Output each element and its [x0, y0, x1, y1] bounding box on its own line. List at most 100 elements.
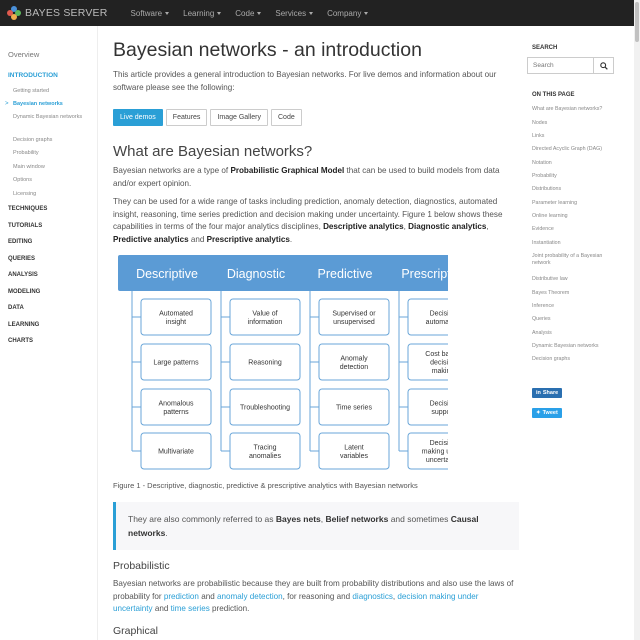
- search-label: SEARCH: [532, 45, 558, 51]
- toc-link[interactable]: Distributive law: [532, 276, 616, 283]
- linkedin-share-button[interactable]: in Share: [532, 388, 563, 398]
- tweet-button[interactable]: ✦ Tweet: [532, 408, 562, 418]
- diagram-item-label: Large patterns: [153, 360, 199, 367]
- nav-company[interactable]: Company: [327, 9, 369, 18]
- link-diagnostics[interactable]: diagnostics: [352, 592, 393, 601]
- nav-code-label: Code: [235, 8, 255, 18]
- aliases-callout: They are also commonly referred to as Ba…: [113, 502, 519, 550]
- code-button[interactable]: Code: [271, 109, 302, 126]
- diagram-item-label: Troubleshooting: [240, 405, 290, 412]
- sidebar-section-editing[interactable]: EDITING: [8, 239, 32, 245]
- toc-link[interactable]: Joint probability of a Bayesian network: [532, 253, 616, 267]
- nav-menu: Software Learning Code Services Company: [131, 9, 383, 18]
- diagram-item-label: Value of information: [248, 310, 283, 326]
- live-demos-button[interactable]: Live demos: [113, 109, 163, 126]
- toc-link[interactable]: Directed Acyclic Graph (DAG): [532, 146, 616, 153]
- toc-link[interactable]: Evidence: [532, 226, 616, 233]
- sidebar-section-analysis[interactable]: ANALYSIS: [8, 272, 38, 278]
- sidebar-item-getting-started[interactable]: Getting started: [13, 88, 93, 95]
- diagram-item-label: Decisionsupport: [430, 400, 448, 416]
- term-diagnostic: Diagnostic analytics: [408, 222, 487, 231]
- intro-paragraph: This article provides a general introduc…: [113, 70, 497, 92]
- chevron-right-icon: >: [5, 101, 9, 107]
- bayes-server-logo-icon: [7, 6, 21, 20]
- toc-link[interactable]: Parameter learning: [532, 200, 616, 207]
- sidebar-overview[interactable]: Overview: [8, 50, 39, 59]
- sidebar-item-options[interactable]: Options: [13, 177, 93, 184]
- sidebar-item-bayesian-networks[interactable]: Bayesian networks: [13, 101, 93, 108]
- brand-name: BAYES SERVER: [25, 7, 108, 19]
- definition-paragraph: Bayesian networks are a type of Probabil…: [113, 166, 500, 188]
- sidebar-item-dynamic-bayesian-networks[interactable]: Dynamic Bayesian networks: [13, 114, 93, 121]
- figure-caption: Figure 1 - Descriptive, diagnostic, pred…: [113, 481, 418, 490]
- toc-link[interactable]: Dynamic Bayesian networks: [532, 343, 616, 350]
- toc-link[interactable]: Distributions: [532, 186, 616, 193]
- sidebar-item-probability[interactable]: Probability: [13, 150, 93, 157]
- toc-link[interactable]: Probability: [532, 173, 616, 180]
- nav-software-label: Software: [130, 8, 163, 18]
- diagram-header-label: Prescriptive: [401, 267, 448, 281]
- toc-link[interactable]: Analysis: [532, 330, 616, 337]
- sidebar-section-modeling[interactable]: MODELING: [8, 289, 40, 295]
- sidebar-section-techniques[interactable]: TECHNIQUES: [8, 206, 47, 212]
- term-descriptive: Descriptive analytics: [323, 222, 404, 231]
- section-heading-probabilistic: Probabilistic: [113, 560, 170, 572]
- nav-learning[interactable]: Learning: [183, 8, 222, 18]
- on-this-page-heading: ON THIS PAGE: [532, 92, 575, 98]
- caret-down-icon: [165, 11, 170, 15]
- capabilities-paragraph: They can be used for a wide range of tas…: [113, 197, 503, 244]
- sidebar-item-decision-graphs[interactable]: Decision graphs: [13, 137, 93, 144]
- nav-services-label: Services: [275, 8, 307, 18]
- toc-link[interactable]: Bayes Theorem: [532, 290, 616, 297]
- page-title: Bayesian networks - an introduction: [113, 39, 422, 61]
- scrollbar-thumb[interactable]: [635, 2, 639, 42]
- sidebar-section-tutorials[interactable]: TUTORIALS: [8, 223, 42, 229]
- sidebar-introduction[interactable]: INTRODUCTION: [8, 72, 58, 79]
- sidebar-item-main-window[interactable]: Main window: [13, 164, 93, 171]
- toc-link[interactable]: Links: [532, 133, 616, 140]
- nav-software[interactable]: Software: [131, 9, 170, 18]
- image-gallery-button[interactable]: Image Gallery: [210, 109, 268, 126]
- share-label: Share: [542, 390, 559, 396]
- diagram-header-label: Diagnostic: [227, 267, 285, 281]
- link-anomaly-detection[interactable]: anomaly detection: [217, 592, 283, 601]
- nav-services[interactable]: Services: [275, 8, 314, 18]
- sidebar-section-charts[interactable]: CHARTS: [8, 338, 33, 344]
- toc-link[interactable]: Inference: [532, 303, 616, 310]
- caret-down-icon: [309, 11, 314, 15]
- diagram-header-label: Descriptive: [136, 267, 198, 281]
- link-time-series[interactable]: time series: [171, 604, 210, 613]
- term-bayes-nets: Bayes nets: [275, 514, 321, 524]
- sidebar-section-data[interactable]: DATA: [8, 305, 24, 311]
- diagram-item-label: Multivariate: [158, 449, 194, 456]
- diagram-item-label: Anomaly detection: [340, 355, 369, 371]
- sidebar-section-queries[interactable]: QUERIES: [8, 256, 35, 262]
- link-prediction[interactable]: prediction: [164, 592, 199, 601]
- toc-link[interactable]: Online learning: [532, 213, 616, 220]
- twitter-bird-icon: ✦: [536, 410, 541, 416]
- diagram-header-label: Predictive: [318, 267, 373, 281]
- toc-link[interactable]: What are Bayesian networks?: [532, 106, 616, 113]
- nav-code[interactable]: Code: [235, 8, 262, 18]
- page-scrollbar[interactable]: [634, 0, 640, 640]
- analytics-disciplines-diagram: DescriptiveAutomated insightLarge pattern…: [118, 255, 448, 470]
- caret-down-icon: [364, 11, 369, 15]
- brand[interactable]: BAYES SERVER: [7, 6, 108, 20]
- top-navbar: BAYES SERVER Software Learning Code Serv…: [0, 0, 640, 26]
- toc-link[interactable]: Instantiation: [532, 240, 616, 247]
- sidebar-section-learning[interactable]: LEARNING: [8, 322, 39, 328]
- features-button[interactable]: Features: [165, 109, 208, 126]
- search-button[interactable]: [593, 57, 614, 74]
- toc-link[interactable]: Nodes: [532, 120, 616, 127]
- sidebar-item-licensing[interactable]: Licensing: [13, 191, 93, 198]
- nav-learning-label: Learning: [183, 8, 215, 18]
- section-heading-graphical: Graphical: [113, 625, 158, 637]
- toc-link[interactable]: Decision graphs: [532, 356, 616, 363]
- toc-link[interactable]: Notation: [532, 160, 616, 167]
- button-group: Live demos Features Image Gallery Code: [113, 109, 305, 126]
- term-belief-networks: Belief networks: [325, 514, 389, 524]
- term-predictive: Predictive analytics: [113, 234, 189, 244]
- diagram-item-label: Decisionautomation: [426, 310, 448, 326]
- linkedin-icon: in: [536, 390, 541, 396]
- toc-link[interactable]: Queries: [532, 316, 616, 323]
